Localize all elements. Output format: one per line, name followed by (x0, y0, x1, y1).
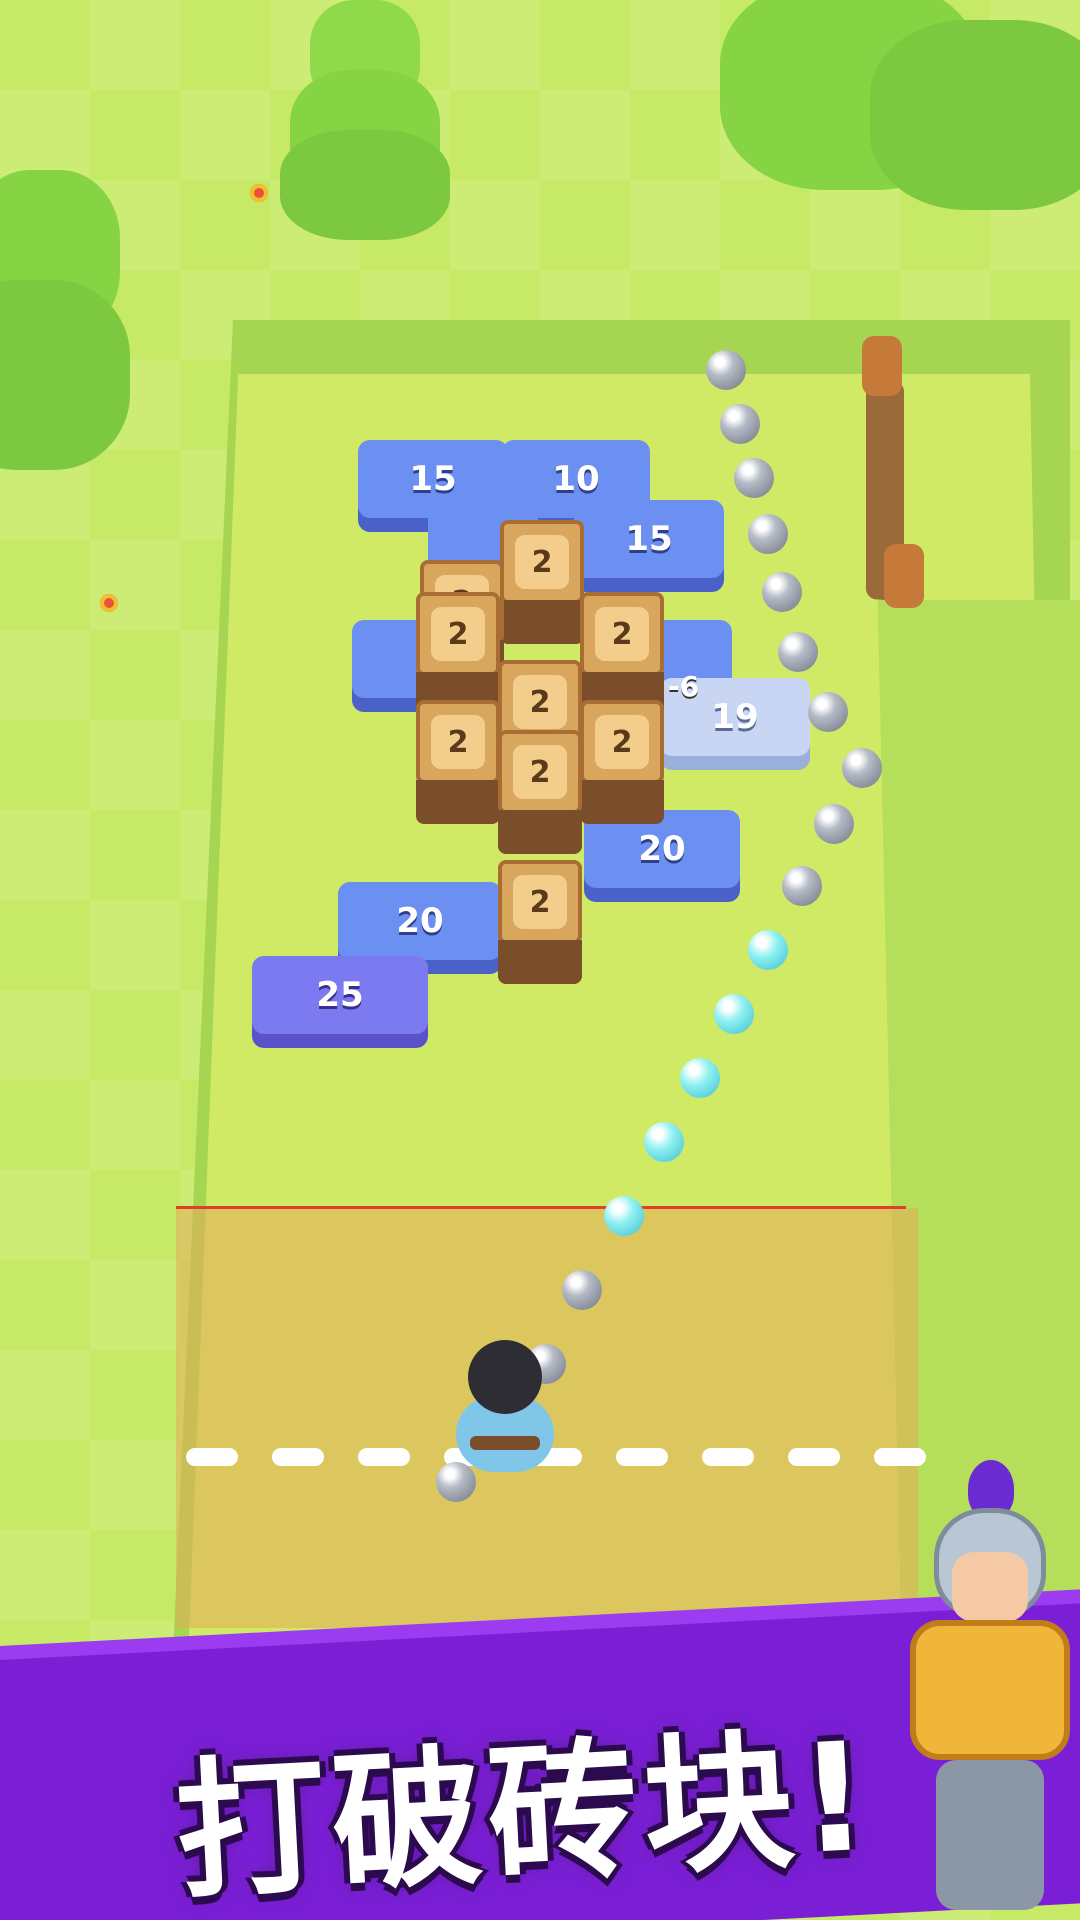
hero-belt (470, 1436, 540, 1450)
hero-character-icon[interactable] (440, 1340, 570, 1490)
ball-icon (604, 1196, 644, 1236)
aim-line-dash (702, 1448, 754, 1466)
wood-crate: 2 (500, 520, 584, 644)
wood-crate: 2 (416, 700, 500, 824)
wood-crate: 2 (498, 730, 582, 854)
knight-character-icon (880, 1460, 1070, 1920)
ball-icon (814, 804, 854, 844)
fence-post (862, 336, 902, 396)
aim-line-dash (272, 1448, 324, 1466)
crate-value: 2 (513, 745, 567, 799)
knight-armor (910, 1620, 1070, 1760)
tree-left (0, 170, 140, 530)
brick: 20 (338, 882, 502, 960)
crate-value: 2 (431, 715, 485, 769)
ball-icon (714, 994, 754, 1034)
crate-value: 2 (595, 715, 649, 769)
ball-icon (720, 404, 760, 444)
ball-icon (778, 632, 818, 672)
knight-legs (936, 1760, 1044, 1910)
crate-value: 2 (513, 875, 567, 929)
ball-icon (706, 350, 746, 390)
aim-line-dash (358, 1448, 410, 1466)
ball-icon (842, 748, 882, 788)
aim-line-dash (186, 1448, 238, 1466)
ball-icon (644, 1122, 684, 1162)
crate-value: 2 (513, 675, 567, 729)
crate-value: 2 (595, 607, 649, 661)
aim-line-dash (788, 1448, 840, 1466)
wood-crate: 2 (580, 592, 664, 716)
danger-line (176, 1206, 906, 1209)
ball-icon (808, 692, 848, 732)
ball-icon (734, 458, 774, 498)
brick: 25 (252, 956, 428, 1034)
crate-value: 2 (515, 535, 569, 589)
knight-face (952, 1552, 1028, 1622)
ball-icon (782, 866, 822, 906)
hero-head (468, 1340, 542, 1414)
ball-icon (748, 514, 788, 554)
game-scene[interactable]: 15 10 15 19 20 20 25 -6 2 2 2 2 2 2 2 2 … (0, 0, 1080, 1920)
crate-value: 2 (431, 607, 485, 661)
fence-post (884, 544, 924, 608)
wood-crate: 2 (580, 700, 664, 824)
brick: 15 (574, 500, 724, 578)
wood-crate: 2 (416, 592, 500, 716)
aim-line-dash (616, 1448, 668, 1466)
ball-icon (748, 930, 788, 970)
banner-title: 打破砖块! (171, 1710, 879, 1920)
ball-icon (562, 1270, 602, 1310)
flower-icon (250, 184, 268, 202)
tree-top-right (720, 0, 1080, 210)
ball-icon (680, 1058, 720, 1098)
wood-crate: 2 (498, 860, 582, 984)
damage-popup: -6 (668, 670, 700, 703)
tree-top (270, 0, 470, 250)
ball-icon (762, 572, 802, 612)
flower-icon (100, 594, 118, 612)
